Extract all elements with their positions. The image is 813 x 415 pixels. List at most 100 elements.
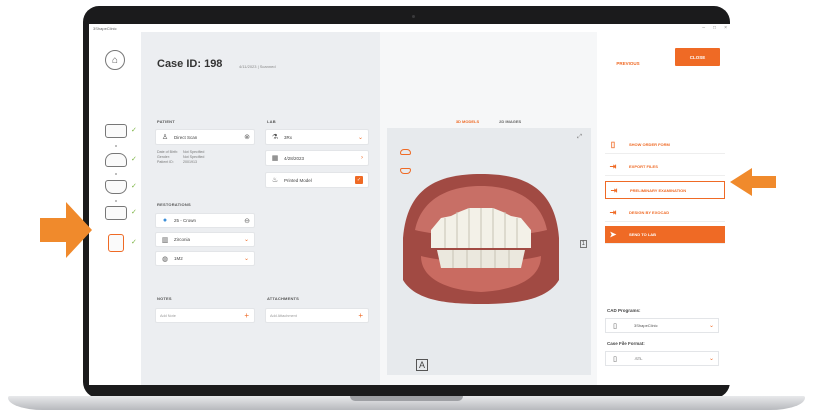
case-file-format-value: .STL <box>634 356 643 361</box>
laptop-mockup: 3ShapeClinic – □ × ⌂ ✓ ✓ ✓ ✓ ✓ Case ID: … <box>0 0 813 415</box>
calendar-icon: ▦ <box>271 155 279 162</box>
patient-detail-labels: Date of Birth: Gender: Patient ID: <box>157 150 178 165</box>
step-send-icon[interactable] <box>108 234 124 252</box>
remove-icon[interactable]: ⊗ <box>244 133 250 141</box>
export-files-action[interactable]: ⇥ EXPORT FILES <box>605 158 725 176</box>
show-order-form-action[interactable]: ▯ SHOW ORDER FORM <box>605 136 725 154</box>
plus-icon[interactable]: + <box>244 311 249 320</box>
expand-icon[interactable]: ⤢ <box>577 134 582 141</box>
close-button[interactable]: CLOSE <box>675 48 720 66</box>
preliminary-examination-action[interactable]: ⇥ PRELIMINARY EXAMINATION <box>605 181 725 199</box>
laptop-notch <box>350 396 463 401</box>
step-bite-scan-icon[interactable] <box>105 206 127 220</box>
add-attachment-field[interactable]: Add Attachment + <box>265 308 369 323</box>
material-icon: ▥ <box>161 236 169 244</box>
restoration-tooth: 25 - Crown <box>174 218 197 223</box>
case-details-panel: Case ID: 198 4/11/2023 | Scanned PATIENT… <box>141 32 380 385</box>
printed-model-checkbox[interactable]: ✓ <box>355 176 363 184</box>
page-title: Case ID: 198 <box>157 58 223 70</box>
lab-select[interactable]: ⚗ 3Rx ⌄ <box>265 129 369 145</box>
close-window-button[interactable]: × <box>724 25 727 31</box>
add-note-field[interactable]: Add Note + <box>155 308 255 323</box>
notes-section-label: NOTES <box>157 296 172 301</box>
preliminary-examination-label: PRELIMINARY EXAMINATION <box>630 187 687 193</box>
printed-model-label: Printed Model <box>284 177 312 183</box>
design-by-exocad-label: DESIGN BY EXOCAD <box>629 210 670 215</box>
chevron-down-icon: ⌄ <box>708 356 714 362</box>
shade-icon: ◍ <box>161 255 169 263</box>
patient-section-label: PATIENT <box>157 119 175 124</box>
restoration-material: Zirconia <box>174 237 191 242</box>
cad-programs-label: CAD Programs: <box>607 308 641 313</box>
send-to-lab-label: SEND TO LAB <box>629 232 657 237</box>
due-date: 4/28/2023 <box>284 155 305 161</box>
export-icon: ⇥ <box>609 208 617 217</box>
viewer-tabs: 3D MODELS 2D IMAGES <box>380 119 597 124</box>
export-files-label: EXPORT FILES <box>629 164 658 169</box>
lab-icon: ⚗ <box>271 134 279 141</box>
workflow-rail: ⌂ ✓ ✓ ✓ ✓ ✓ <box>89 32 141 385</box>
callout-arrow-right <box>730 168 776 196</box>
model-side-icon[interactable]: 1 <box>579 240 587 248</box>
case-date-status: 4/11/2023 | Scanned <box>239 64 276 69</box>
shade-select[interactable]: ◍ 1M2 ⌄ <box>155 251 255 266</box>
model-viewer-panel: 3D MODELS 2D IMAGES ⤢ 1 A <box>380 32 597 385</box>
3d-canvas[interactable]: ⤢ 1 A <box>387 128 591 375</box>
restorations-section-label: RESTORATIONS <box>157 202 191 207</box>
minimize-button[interactable]: – <box>702 25 705 31</box>
case-file-format-label: Case File Format: <box>607 341 645 346</box>
lab-section-label: LAB <box>267 119 276 124</box>
printed-model-row[interactable]: ♨ Printed Model ✓ <box>265 172 369 188</box>
add-attachment-placeholder: Add Attachment <box>270 313 297 318</box>
home-icon[interactable]: ⌂ <box>105 50 125 70</box>
attachments-section-label: ATTACHMENTS <box>267 296 300 301</box>
cad-program-select[interactable]: ▯ 3ShapeClinic ⌄ <box>605 318 719 333</box>
restoration-tooth-row[interactable]: ● 25 - Crown ⊖ <box>155 213 255 228</box>
tab-3d-models[interactable]: 3D MODELS <box>456 119 479 124</box>
check-icon: ✓ <box>131 156 137 163</box>
send-icon: ➤ <box>609 230 617 239</box>
maximize-button[interactable]: □ <box>713 25 716 31</box>
plus-icon[interactable]: + <box>358 311 363 320</box>
check-icon: ✓ <box>131 239 137 246</box>
document-icon: ▯ <box>613 322 617 330</box>
chevron-down-icon: ⌄ <box>243 256 249 262</box>
check-icon: ✓ <box>131 183 137 190</box>
chevron-down-icon: ⌄ <box>243 237 249 243</box>
window-title: 3ShapeClinic <box>93 25 117 31</box>
case-file-format-select[interactable]: ▯ .STL ⌄ <box>605 351 719 366</box>
design-by-exocad-action[interactable]: ⇥ DESIGN BY EXOCAD <box>605 204 725 222</box>
upper-jaw-icon[interactable] <box>400 149 411 155</box>
check-icon: ✓ <box>131 127 137 134</box>
patient-field[interactable]: ♙ Direct Scan ⊗ <box>155 129 255 145</box>
send-to-lab-button[interactable]: ➤ SEND TO LAB <box>605 226 725 244</box>
camera-dot <box>412 15 415 18</box>
remove-icon[interactable]: ⊖ <box>244 217 250 225</box>
step-prescription-icon[interactable] <box>105 124 127 138</box>
callout-arrow-left <box>40 202 92 258</box>
title-bar: 3ShapeClinic – □ × <box>89 24 731 32</box>
patient-detail-values: Not Specified Not Specified 2001913 <box>183 150 204 165</box>
app-screen: 3ShapeClinic – □ × ⌂ ✓ ✓ ✓ ✓ ✓ Case ID: … <box>89 24 731 385</box>
patient-name: Direct Scan <box>174 134 198 140</box>
actions-panel: PREVIOUS CLOSE ▯ SHOW ORDER FORM ⇥ EXPOR… <box>597 32 731 385</box>
person-icon: ♙ <box>161 134 169 141</box>
chevron-right-icon: › <box>361 155 363 161</box>
chevron-down-icon: ⌄ <box>708 323 714 329</box>
document-icon: ▯ <box>610 140 616 149</box>
step-upper-scan-icon[interactable] <box>105 153 127 167</box>
due-date-field[interactable]: ▦ 4/28/2023 › <box>265 150 369 166</box>
step-lower-scan-icon[interactable] <box>105 180 127 194</box>
annotation-a-button[interactable]: A <box>416 359 428 371</box>
patient-id-label: Patient ID: <box>157 160 174 164</box>
dental-model <box>403 174 559 304</box>
add-note-placeholder: Add Note <box>160 313 176 318</box>
model-icon: ♨ <box>271 177 279 184</box>
material-select[interactable]: ▥ Zirconia ⌄ <box>155 232 255 247</box>
chevron-down-icon: ⌄ <box>357 134 363 141</box>
tab-2d-images[interactable]: 2D IMAGES <box>499 119 521 124</box>
check-icon: ✓ <box>131 209 137 216</box>
export-icon: ⇥ <box>610 185 618 195</box>
previous-button[interactable]: PREVIOUS <box>607 54 649 72</box>
tooth-marker-icon: ● <box>162 217 168 224</box>
